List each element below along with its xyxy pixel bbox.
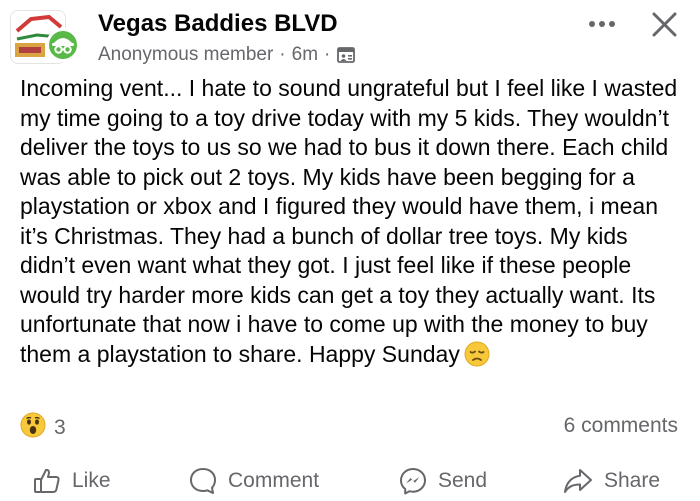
thumbs-up-icon bbox=[32, 466, 62, 496]
wow-reaction-icon bbox=[20, 412, 46, 444]
post-body: Incoming vent... I hate to sound ungrate… bbox=[20, 74, 688, 369]
share-button[interactable]: Share bbox=[562, 462, 660, 500]
post-header: Vegas Baddies BLVD Anonymous member · 6m… bbox=[0, 0, 700, 70]
comment-button[interactable]: Comment bbox=[188, 462, 319, 500]
close-icon[interactable] bbox=[644, 6, 684, 46]
author-name[interactable]: Anonymous member bbox=[98, 44, 273, 66]
action-bar: Like Comment Send Share bbox=[0, 462, 700, 500]
disappointed-emoji-icon bbox=[464, 341, 490, 367]
comments-count[interactable]: 6 comments bbox=[564, 414, 678, 438]
meta-separator: · bbox=[324, 44, 331, 65]
reaction-count: 3 bbox=[54, 416, 66, 439]
post-meta: Anonymous member · 6m · bbox=[98, 44, 356, 66]
group-privacy-icon bbox=[336, 45, 356, 65]
messenger-icon bbox=[398, 466, 428, 496]
share-label: Share bbox=[604, 469, 661, 492]
like-label: Like bbox=[72, 469, 111, 492]
divider bbox=[0, 452, 700, 453]
more-options-icon[interactable] bbox=[584, 6, 620, 42]
avatar[interactable] bbox=[10, 10, 86, 66]
meta-separator: · bbox=[279, 44, 286, 65]
send-label: Send bbox=[438, 469, 488, 492]
comment-label: Comment bbox=[228, 469, 320, 492]
like-button[interactable]: Like bbox=[32, 462, 111, 500]
share-icon bbox=[562, 466, 594, 496]
comment-icon bbox=[188, 466, 218, 496]
reactions-summary[interactable]: 3 bbox=[20, 412, 66, 444]
post-time[interactable]: 6m bbox=[292, 44, 318, 66]
anonymous-badge-icon bbox=[46, 28, 80, 62]
group-name[interactable]: Vegas Baddies BLVD bbox=[98, 10, 338, 38]
send-button[interactable]: Send bbox=[398, 462, 487, 500]
post-text: Incoming vent... I hate to sound ungrate… bbox=[20, 75, 678, 367]
